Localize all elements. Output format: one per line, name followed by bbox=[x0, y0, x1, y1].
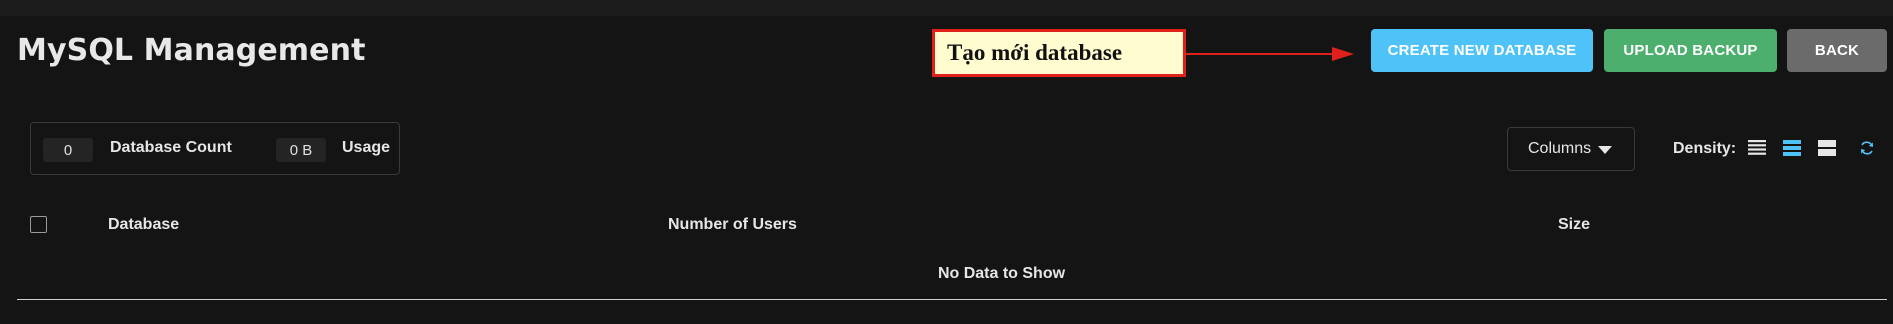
select-all-checkbox[interactable] bbox=[30, 216, 47, 233]
usage-label: Usage bbox=[342, 139, 391, 156]
density-comfortable-icon[interactable] bbox=[1817, 138, 1837, 158]
column-header-size[interactable]: Size bbox=[1558, 216, 1590, 234]
columns-dropdown[interactable]: Columns bbox=[1507, 127, 1635, 171]
caret-down-icon bbox=[1598, 146, 1612, 154]
table-divider bbox=[17, 299, 1887, 300]
database-count-label: Database Count bbox=[110, 139, 232, 156]
columns-label: Columns bbox=[1528, 140, 1592, 157]
database-count-value: 0 bbox=[43, 138, 93, 162]
refresh-icon[interactable] bbox=[1859, 140, 1875, 156]
density-standard-icon[interactable] bbox=[1782, 138, 1802, 158]
annotation-arrow bbox=[1186, 47, 1354, 61]
column-header-database[interactable]: Database bbox=[108, 216, 179, 234]
back-button[interactable]: BACK bbox=[1787, 29, 1887, 72]
create-new-database-button[interactable]: CREATE NEW DATABASE bbox=[1371, 29, 1593, 72]
density-label: Density: bbox=[1673, 140, 1737, 157]
column-header-number-of-users[interactable]: Number of Users bbox=[668, 216, 797, 234]
density-compact-icon[interactable] bbox=[1747, 138, 1767, 158]
annotation-text: Tạo mới database bbox=[947, 40, 1123, 65]
upload-backup-button[interactable]: UPLOAD BACKUP bbox=[1604, 29, 1777, 72]
stats-summary: 0 Database Count 0 B Usage bbox=[30, 122, 400, 175]
top-bar bbox=[0, 0, 1893, 16]
usage-value: 0 B bbox=[276, 138, 326, 162]
annotation-callout: Tạo mới database bbox=[932, 29, 1186, 77]
empty-table-message: No Data to Show bbox=[937, 265, 1066, 282]
page-title: MySQL Management bbox=[17, 33, 366, 68]
